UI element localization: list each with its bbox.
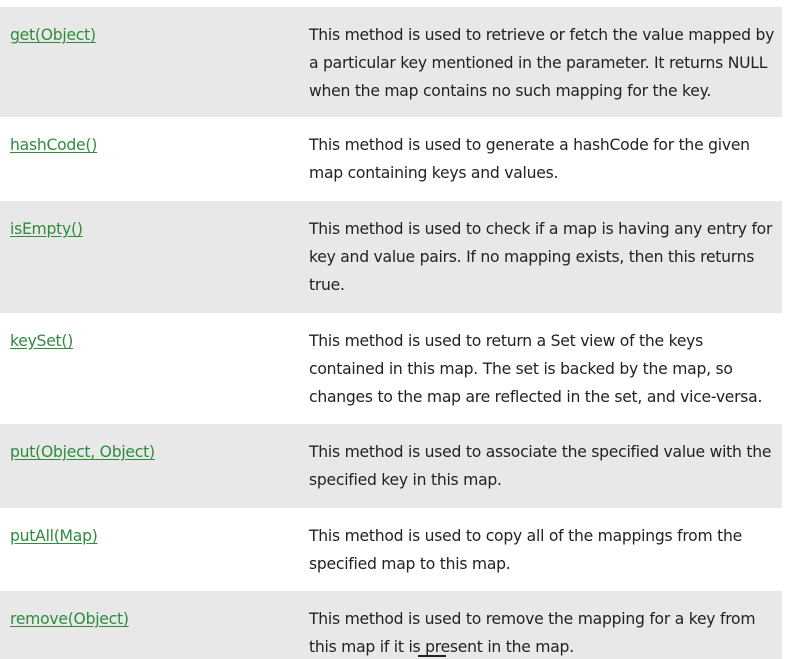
method-link-get[interactable]: get(Object) — [10, 26, 96, 44]
table-row: hashCode() This method is used to genera… — [0, 117, 782, 201]
description-cell: This method is used to copy all of the m… — [309, 527, 742, 573]
method-cell: get(Object) — [0, 7, 300, 117]
description-cell: This method is used to check if a map is… — [309, 220, 773, 294]
table-row: get(Object) This method is used to retri… — [0, 7, 782, 117]
method-link-put[interactable]: put(Object, Object) — [10, 443, 155, 461]
method-link-keyset[interactable]: keySet() — [10, 332, 73, 350]
text-cursor-mark — [418, 655, 446, 657]
table-row: isEmpty() This method is used to check i… — [0, 201, 782, 313]
table-row: put(Object, Object) This method is used … — [0, 424, 782, 508]
table-row: putAll(Map) This method is used to copy … — [0, 508, 782, 591]
description-cell: This method is used to associate the spe… — [309, 443, 772, 489]
method-link-putall[interactable]: putAll(Map) — [10, 527, 98, 545]
method-cell: putAll(Map) — [0, 508, 300, 591]
method-cell: remove(Object) — [0, 591, 300, 659]
methods-table-page: get(Object) This method is used to retri… — [0, 0, 788, 659]
top-divider — [0, 0, 782, 7]
method-link-hashcode[interactable]: hashCode() — [10, 136, 97, 154]
table-row: remove(Object) This method is used to re… — [0, 591, 782, 659]
description-cell: This method is used to retrieve or fetch… — [309, 26, 775, 100]
method-cell: keySet() — [0, 313, 300, 424]
description-cell: This method is used to return a Set view… — [309, 332, 763, 406]
methods-table: get(Object) This method is used to retri… — [0, 7, 782, 659]
description-cell: This method is used to generate a hashCo… — [309, 136, 750, 182]
description-cell: This method is used to remove the mappin… — [309, 610, 756, 656]
table-row: keySet() This method is used to return a… — [0, 313, 782, 424]
method-cell: hashCode() — [0, 117, 300, 201]
method-link-isempty[interactable]: isEmpty() — [10, 220, 83, 238]
method-cell: isEmpty() — [0, 201, 300, 313]
method-cell: put(Object, Object) — [0, 424, 300, 508]
method-link-remove[interactable]: remove(Object) — [10, 610, 129, 628]
